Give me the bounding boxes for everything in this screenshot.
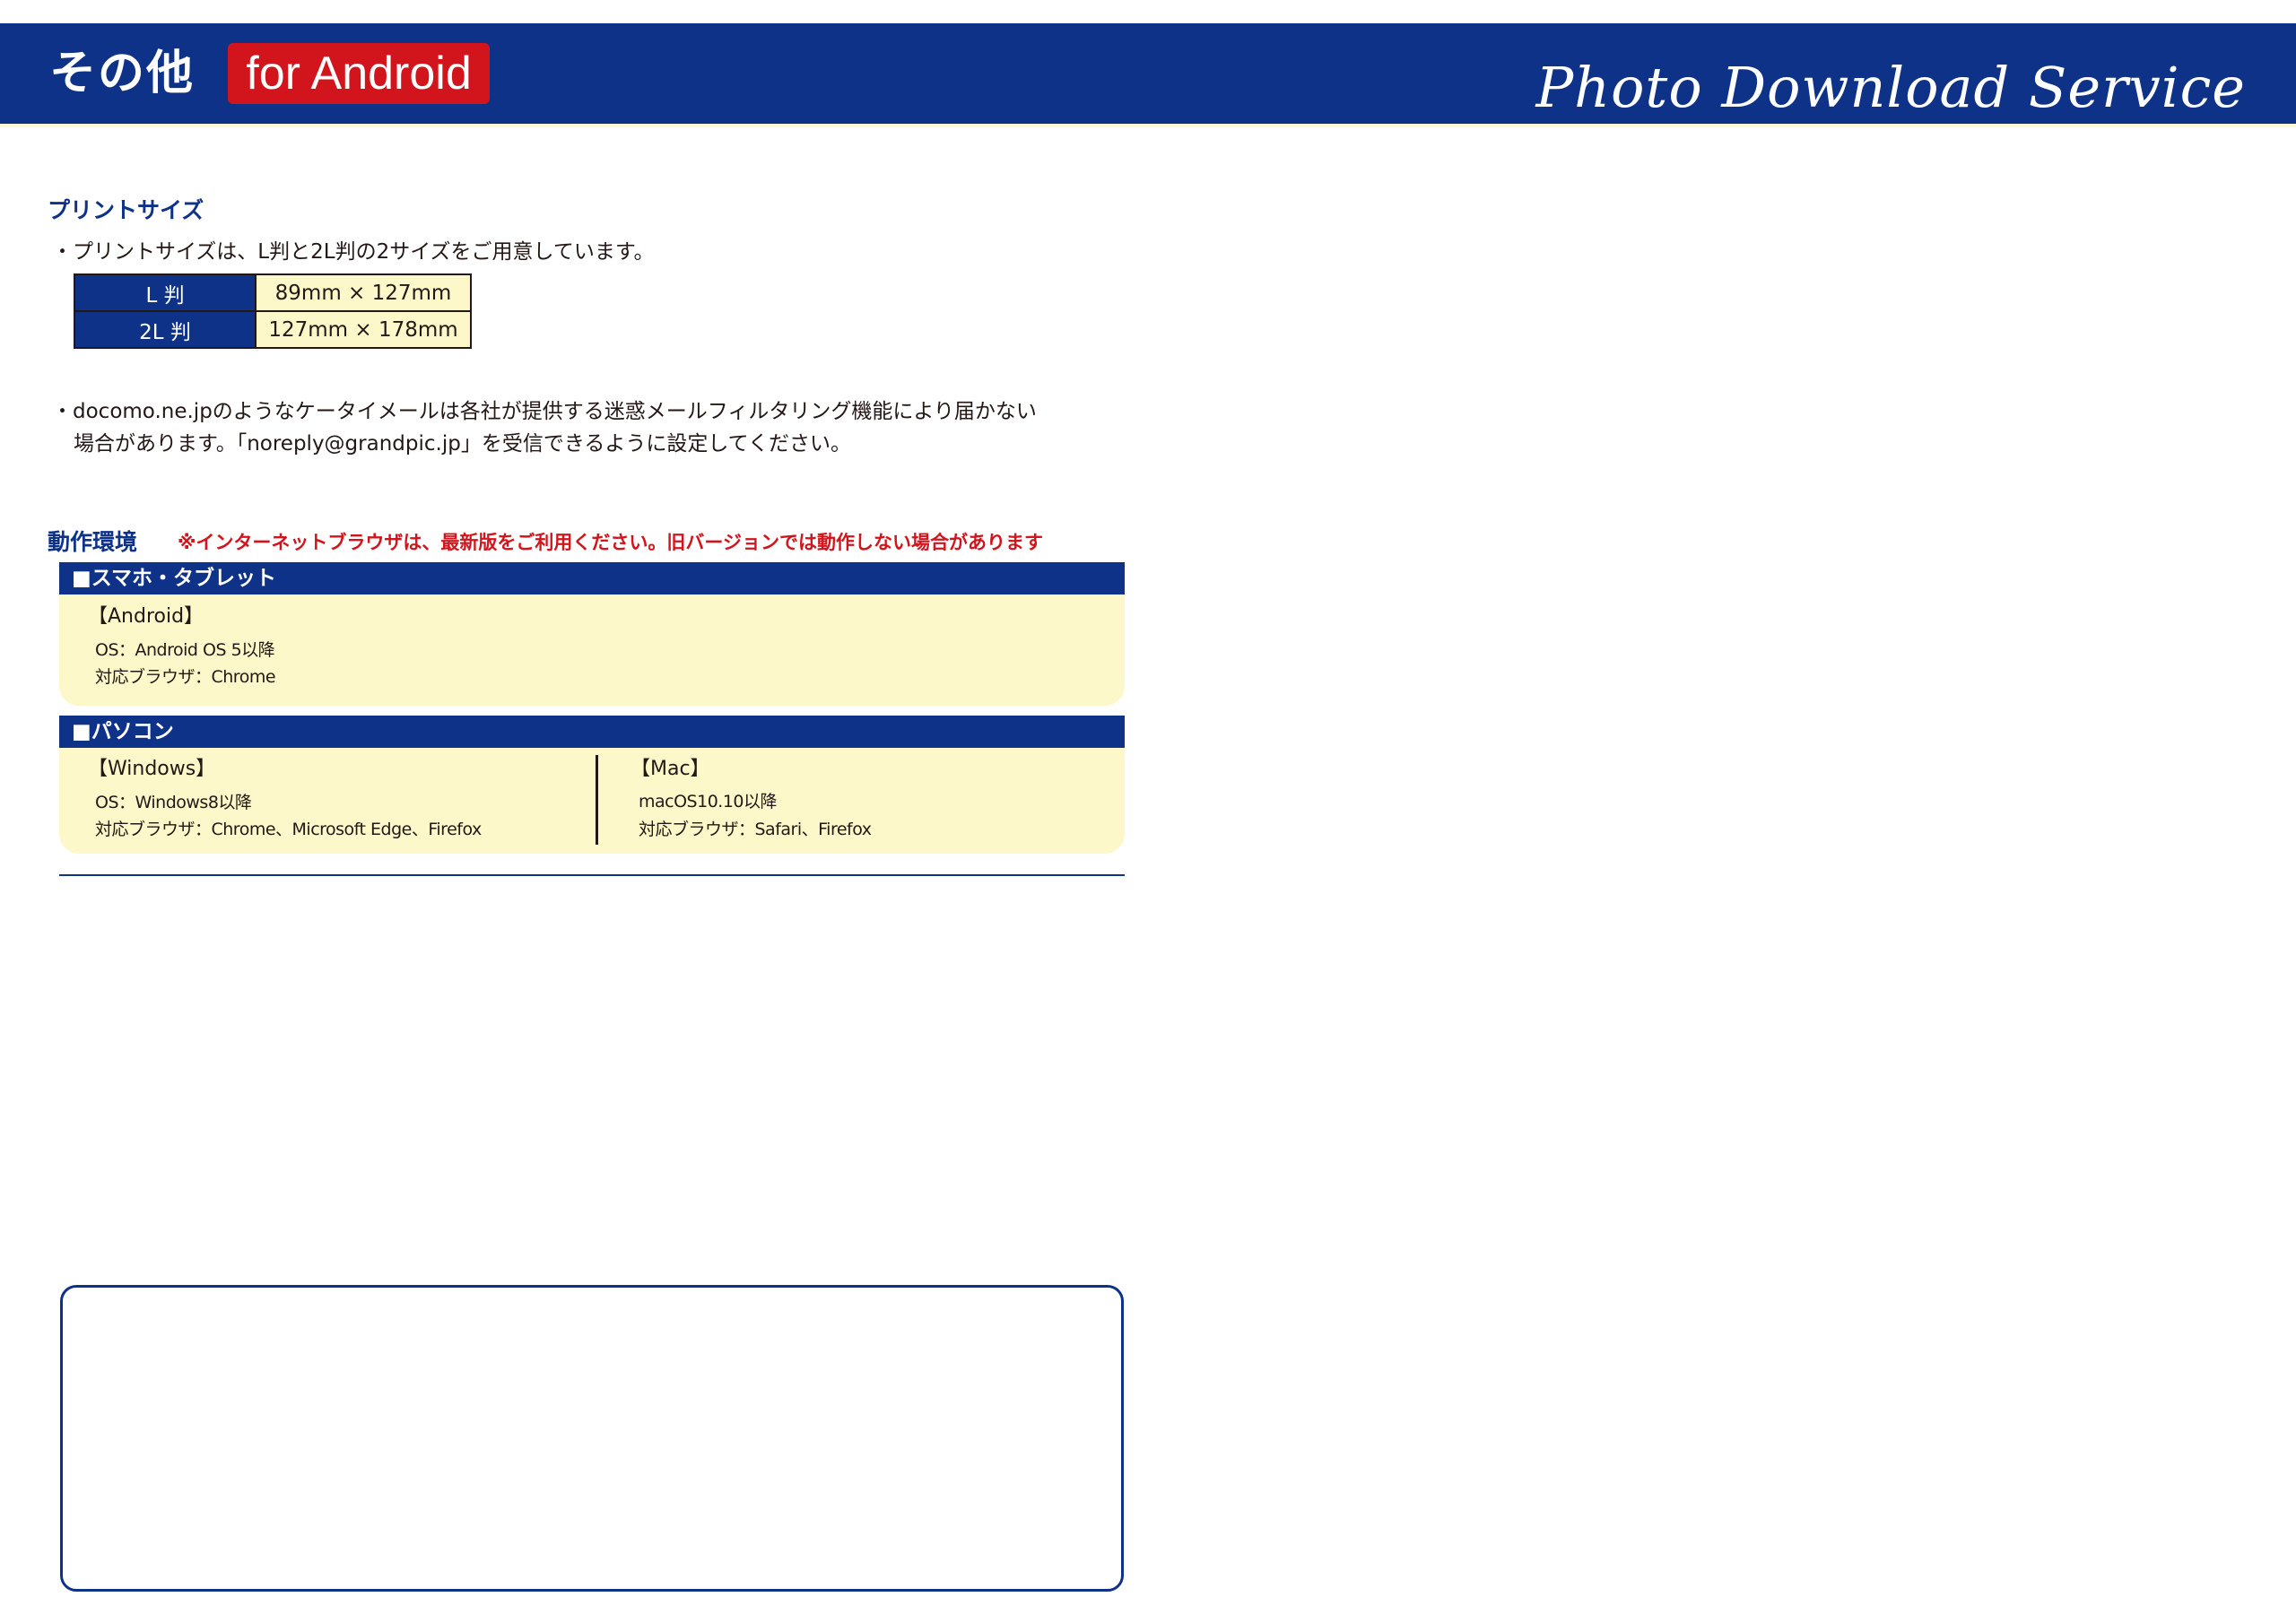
mac-heading: 【Mac】 bbox=[631, 758, 710, 780]
environment-title: 動作環境 bbox=[48, 529, 138, 555]
size-value-l: 89mm × 127mm bbox=[255, 273, 472, 312]
table-row: L 判 89mm × 127mm bbox=[74, 273, 472, 312]
print-size-description: ・プリントサイズは、L判と2L判の2サイズをご用意しています。 bbox=[52, 240, 655, 264]
platform-badge: for Android bbox=[228, 43, 490, 104]
mail-note-line2: 場合があります。「noreply@grandpic.jp」を受信できるように設定… bbox=[74, 432, 851, 456]
size-label-2l: 2L 判 bbox=[74, 310, 257, 349]
table-row: 2L 判 127mm × 178mm bbox=[74, 310, 472, 349]
pc-section-bar: ■パソコン bbox=[59, 716, 1125, 748]
pc-column-divider bbox=[596, 755, 598, 845]
browser-warning: ※インターネットブラウザは、最新版をご利用ください。旧バージョンでは動作しない場… bbox=[178, 532, 1043, 553]
android-heading: 【Android】 bbox=[88, 605, 204, 628]
windows-browser: 対応ブラウザ：Chrome、Microsoft Edge、Firefox bbox=[95, 820, 482, 839]
mac-os: macOS10.10以降 bbox=[639, 792, 778, 812]
service-logo-text: Photo Download Service bbox=[1535, 55, 2246, 120]
empty-frame-box bbox=[60, 1285, 1124, 1592]
mail-note-line1: ・docomo.ne.jpのようなケータイメールは各社が提供する迷惑メールフィル… bbox=[52, 400, 1037, 423]
android-browser: 対応ブラウザ：Chrome bbox=[95, 667, 276, 687]
mac-browser: 対応ブラウザ：Safari、Firefox bbox=[639, 820, 872, 839]
android-os: OS：Android OS 5以降 bbox=[95, 640, 275, 660]
size-value-2l: 127mm × 178mm bbox=[255, 310, 472, 349]
mobile-section-bar: ■スマホ・タブレット bbox=[59, 562, 1125, 595]
page-title: その他 bbox=[49, 47, 196, 100]
windows-heading: 【Windows】 bbox=[88, 758, 216, 780]
windows-os: OS：Windows8以降 bbox=[95, 793, 252, 812]
print-size-title: プリントサイズ bbox=[48, 197, 204, 223]
print-size-table: L 判 89mm × 127mm 2L 判 127mm × 178mm bbox=[74, 273, 472, 349]
section-divider bbox=[59, 874, 1125, 876]
size-label-l: L 判 bbox=[74, 273, 257, 312]
header-underline bbox=[0, 124, 2296, 127]
